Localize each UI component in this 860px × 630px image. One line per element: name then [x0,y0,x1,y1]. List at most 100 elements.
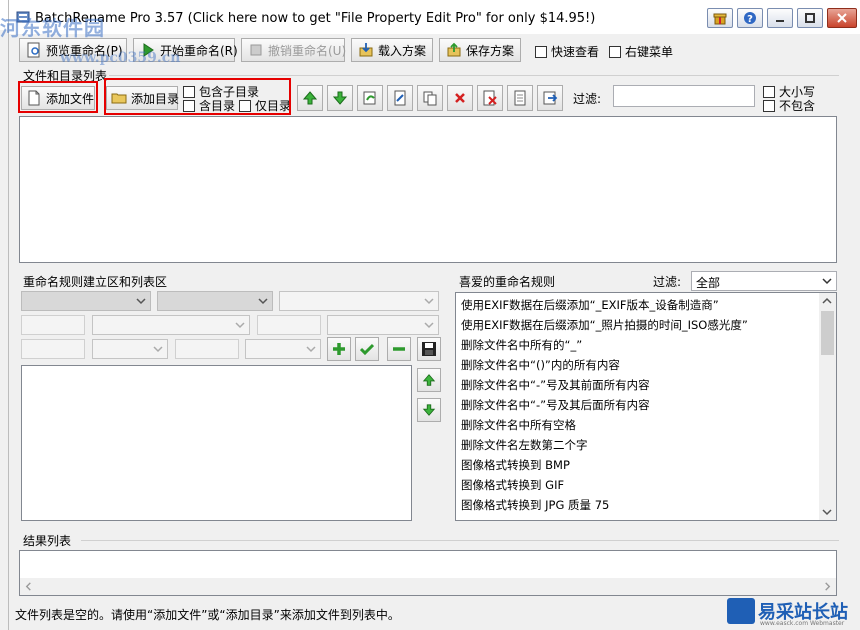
context-menu-box[interactable] [609,45,621,58]
favorites-filter-value: 全部 [696,276,721,290]
highlight-add-file [18,81,98,113]
quick-view-box[interactable] [535,45,547,58]
rule-move-up-button[interactable] [417,368,441,392]
context-menu-checkbox[interactable]: 右键菜单 [609,43,673,60]
remove-file-button[interactable] [477,85,503,111]
undo-rename-label: 撤销重命名(U) [268,43,347,58]
file-list[interactable] [19,116,837,263]
watermark-top-site: 河东软件园 [0,16,105,40]
add-rule-button[interactable] [327,337,351,361]
edit-button[interactable] [387,85,413,111]
favorite-rule-item[interactable]: 删除文件名中“-”号及其前面所有内容 [456,375,836,395]
rule-type-dropdown[interactable] [21,291,151,311]
quick-view-checkbox[interactable]: 快速查看 [535,43,599,60]
rule-subtype-dropdown[interactable] [157,291,273,311]
file-filter-input[interactable] [613,85,755,107]
scroll-right-icon[interactable] [823,582,832,591]
remove-rule-button[interactable] [387,337,411,361]
favorites-filter-dropdown[interactable]: 全部 [691,271,837,291]
favorite-rule-item[interactable]: 删除文件名中所有的“_” [456,335,836,355]
favorites-title: 喜爱的重命名规则 [459,275,556,289]
arrow-up-icon [422,374,436,386]
rule-option-dropdown[interactable] [279,291,439,311]
favorite-rule-item[interactable]: 图像格式转换到 GIF [456,475,836,495]
file-filter-label: 过滤: [573,92,602,106]
favorite-rule-item[interactable]: 图像格式转换到 JPG 质量 75 [456,495,836,515]
favorite-rule-item[interactable]: 删除文件名中所有空格 [456,415,836,435]
save-icon [422,342,436,356]
load-icon [358,42,374,58]
minus-icon [393,347,405,351]
exclude-label: 不包含 [779,99,816,113]
files-section-divider [109,75,839,76]
rule-param-dropdown-3[interactable] [92,339,168,359]
apply-rule-button[interactable] [355,337,379,361]
favorite-rule-item[interactable]: 删除文件名中“()”内的所有内容 [456,355,836,375]
help-button[interactable]: ? [737,8,763,28]
rule-param-dropdown-4[interactable] [245,339,321,359]
copy-icon [423,91,437,106]
rule-param-field-3[interactable] [21,339,85,359]
exclude-checkbox[interactable]: 不包含 [763,97,815,114]
load-scheme-button[interactable]: 载入方案 [351,38,433,62]
results-hscrollbar[interactable] [20,578,836,595]
rule-list[interactable] [21,365,412,521]
export-button[interactable] [537,85,563,111]
copy-button[interactable] [417,85,443,111]
favorite-rule-item[interactable]: 删除文件名中“-”号及其后面所有内容 [456,395,836,415]
check-icon [360,343,374,356]
scroll-down-icon[interactable] [822,507,832,517]
svg-text:?: ? [747,14,753,25]
chevron-down-icon [153,346,163,353]
close-icon [837,13,847,23]
favorite-rule-item[interactable]: 使用EXIF数据在后缀添加“_照片拍摄的时间_ISO感光度” [456,315,836,335]
scrollbar-thumb[interactable] [821,311,834,355]
close-button[interactable] [827,8,857,28]
case-sensitive-box[interactable] [763,85,775,98]
favorite-rule-item[interactable]: 图像格式转换到 BMP [456,455,836,475]
results-list[interactable] [19,550,837,596]
chevron-down-icon [424,298,434,305]
clear-list-button[interactable] [507,85,533,111]
favorite-rule-item[interactable]: 删除文件名左数第二个字 [456,435,836,455]
rule-param-field-2[interactable] [257,315,321,335]
window-title[interactable]: BatchRename Pro 3.57 (Click here now to … [35,11,595,26]
save-scheme-label: 保存方案 [466,43,515,58]
chevron-down-icon [306,346,316,353]
rule-param-dropdown-1[interactable] [92,315,250,335]
main-window: BatchRename Pro 3.57 (Click here now to … [8,0,860,630]
title-bar[interactable]: BatchRename Pro 3.57 (Click here now to … [9,0,860,34]
rule-move-down-button[interactable] [417,398,441,422]
watermark-top-url: www.pc0359.cn [60,50,181,66]
load-scheme-label: 载入方案 [378,43,427,58]
move-up-button[interactable] [297,85,323,111]
maximize-button[interactable] [797,8,823,28]
plus-icon [333,343,345,355]
exclude-box[interactable] [763,99,775,112]
save-scheme-button[interactable]: 保存方案 [439,38,521,62]
chevron-down-icon [822,278,832,285]
context-menu-label: 右键菜单 [625,45,674,59]
preview-icon [26,42,42,58]
scroll-up-icon[interactable] [822,296,832,306]
save-rule-button[interactable] [417,337,441,361]
favorites-list[interactable]: 使用EXIF数据在后缀添加“_EXIF版本_设备制造商” 使用EXIF数据在后缀添… [455,292,837,521]
gift-icon [713,13,727,25]
minimize-button[interactable] [767,8,793,28]
refresh-button[interactable] [357,85,383,111]
move-down-button[interactable] [327,85,353,111]
favorite-rule-item[interactable]: 使用EXIF数据在后缀添加“_EXIF版本_设备制造商” [456,295,836,315]
chevron-down-icon [136,298,146,305]
undo-icon [248,42,264,58]
rules-section-title: 重命名规则建立区和列表区 [23,275,168,289]
rule-param-dropdown-2[interactable] [327,315,439,335]
results-divider [81,540,839,541]
rule-param-field-1[interactable] [21,315,85,335]
favorites-scrollbar[interactable] [819,293,836,520]
extra-icon-button[interactable] [707,8,733,28]
remove-button[interactable] [447,85,473,111]
undo-rename-button[interactable]: 撤销重命名(U) [241,38,347,62]
rule-param-field-4[interactable] [175,339,239,359]
results-title: 结果列表 [23,534,72,548]
scroll-left-icon[interactable] [24,582,33,591]
